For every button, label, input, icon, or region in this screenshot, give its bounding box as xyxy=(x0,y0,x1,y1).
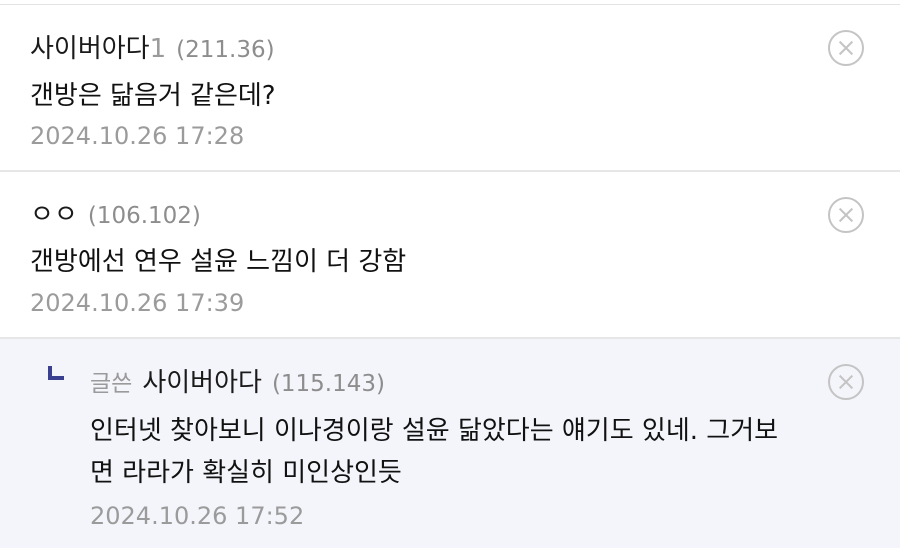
comment-date: 2024.10.26 17:39 xyxy=(30,289,245,317)
reply-arrow-icon xyxy=(48,366,64,380)
comment-date: 2024.10.26 17:28 xyxy=(30,122,245,150)
comment-nickname[interactable]: ㅇㅇ xyxy=(30,200,78,230)
reply-nickname[interactable]: 사이버아다 xyxy=(142,368,262,398)
comment-nickname[interactable]: 사이버아다 xyxy=(30,34,150,64)
delete-comment-icon[interactable] xyxy=(828,30,864,66)
comment-ip: (211.36) xyxy=(176,37,275,63)
comment-text: 갠방은 닮음거 같은데? xyxy=(30,81,276,111)
top-divider xyxy=(0,4,900,5)
comment-header: ㅇㅇ (106.102) xyxy=(30,194,201,231)
delete-reply-icon[interactable] xyxy=(828,364,864,400)
delete-comment-icon[interactable] xyxy=(828,197,864,233)
comment-text: 갠방에선 연우 설윤 느낌이 더 강함 xyxy=(30,247,407,277)
reply-date: 2024.10.26 17:52 xyxy=(90,502,305,530)
author-badge: 글쓴 xyxy=(90,371,133,397)
reply-text-line2: 면 라라가 확실히 미인상인듯 xyxy=(90,458,402,488)
comment-divider xyxy=(0,170,900,172)
reply-header: 글쓴 사이버아다 (115.143) xyxy=(90,362,385,399)
comment-nickname-suffix: 1 xyxy=(149,34,167,64)
comment-header: 사이버아다1 (211.36) xyxy=(30,28,275,65)
comment-ip: (106.102) xyxy=(87,203,201,229)
reply-ip: (115.143) xyxy=(271,371,385,397)
